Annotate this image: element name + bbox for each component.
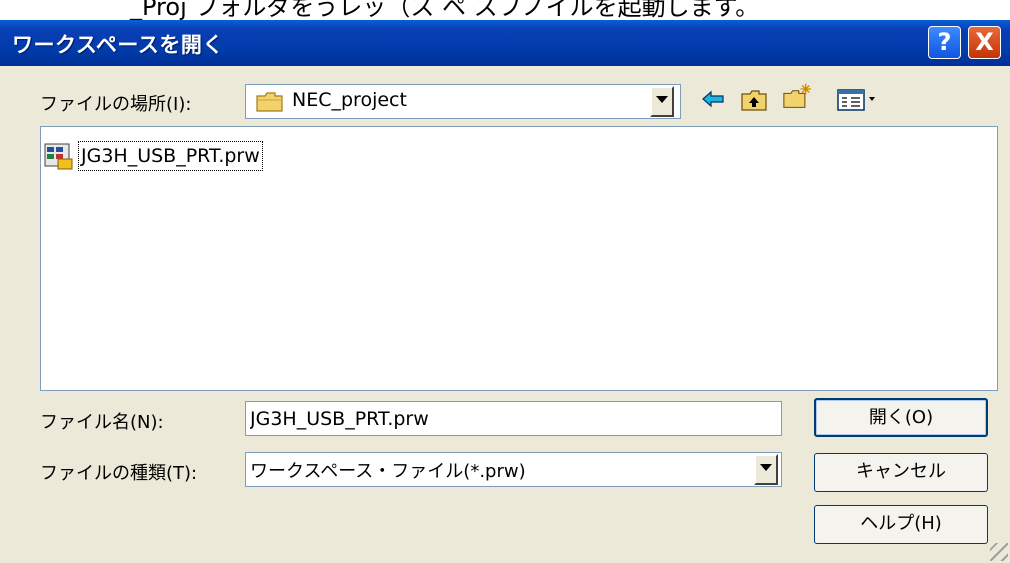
back-arrow-icon[interactable]: [700, 86, 726, 114]
file-name: JG3H_USB_PRT.prw: [78, 141, 263, 171]
help-button[interactable]: ヘルプ(H): [814, 505, 988, 544]
cancel-button[interactable]: キャンセル: [814, 453, 988, 492]
dialog-title: ワークスペースを開く: [12, 33, 224, 57]
folder-icon: [256, 92, 283, 112]
close-button[interactable]: X: [968, 26, 1001, 59]
filetype-label: ファイルの種類(T):: [40, 463, 198, 484]
up-folder-icon[interactable]: [740, 86, 768, 114]
view-menu-icon[interactable]: [836, 86, 880, 114]
new-folder-icon[interactable]: [780, 82, 814, 110]
location-dropdown-button[interactable]: [650, 86, 674, 117]
filename-label: ファイル名(N):: [40, 412, 164, 433]
location-value: NEC_project: [292, 89, 407, 111]
background-text-strip: _Proj フォルダをうレッ（ス ペ スフノイルを起動します。: [0, 0, 1010, 20]
filetype-value: ワークスペース・ファイル(*.prw): [250, 461, 526, 482]
background-text: _Proj フォルダをうレッ（ス ペ スフノイルを起動します。: [130, 0, 760, 20]
filetype-dropdown-button[interactable]: [754, 454, 778, 485]
location-label: ファイルの場所(I):: [40, 94, 192, 115]
help-title-button[interactable]: ?: [928, 26, 961, 59]
filename-input[interactable]: [245, 401, 782, 436]
resize-grip[interactable]: [990, 543, 1008, 561]
workspace-file-icon: [44, 143, 73, 170]
open-button[interactable]: 開く(O): [814, 398, 988, 437]
